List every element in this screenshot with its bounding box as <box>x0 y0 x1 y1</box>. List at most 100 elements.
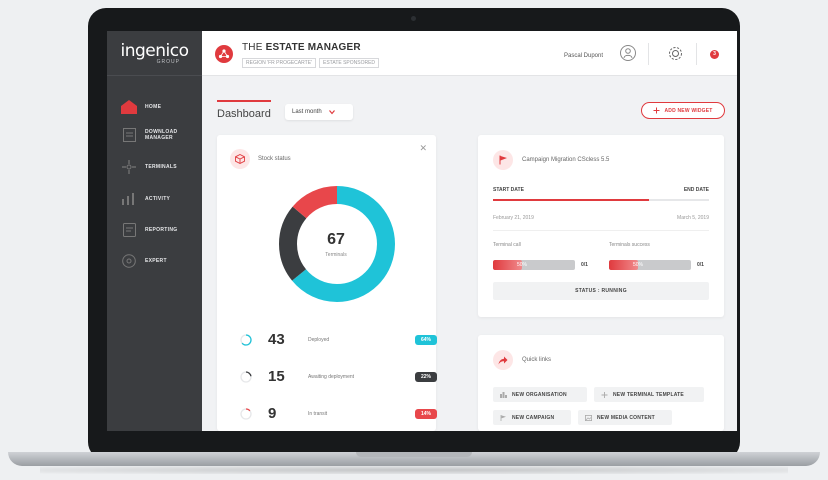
terminals-icon <box>121 159 137 175</box>
close-icon[interactable]: ✕ <box>419 143 427 154</box>
date-range-value: Last month <box>292 109 322 115</box>
app-title-prefix: THE <box>242 42 266 53</box>
new-organisation-button[interactable]: NEW ORGANISATION <box>493 387 587 402</box>
share-arrow-icon <box>493 350 513 370</box>
in-transit-ring-icon <box>240 408 252 420</box>
card-title: Stock status <box>258 156 291 162</box>
app-context-tags: REGION 'FR PROGECARTE' ESTATE SPONSORED <box>242 58 380 68</box>
date-range-select[interactable]: Last month <box>285 104 353 120</box>
quick-links-card: Quick links NEW ORGANISATION NEW TERMINA… <box>478 335 724 431</box>
start-date: February 21, 2019 <box>493 215 534 221</box>
terminal-call-bar: 50% <box>493 260 575 270</box>
stat-label: Deployed <box>308 337 330 343</box>
stat-percent-badge: 64% <box>415 335 437 345</box>
end-date-label: END DATE <box>683 187 709 193</box>
stat-percent-badge: 14% <box>415 409 437 419</box>
sidebar: ingenico GROUP HOME DOWNLOAD MANAGER TER… <box>107 31 202 431</box>
region-tag[interactable]: REGION 'FR PROGECARTE' <box>242 58 316 68</box>
stat-row-in-transit: 9 In transit 14% <box>240 405 437 425</box>
plus-icon <box>653 107 660 114</box>
divider <box>493 230 709 231</box>
campaign-status: STATUS : RUNNING <box>493 282 709 300</box>
terminal-call-fraction: 0/1 <box>581 262 588 268</box>
stat-row-deployed: 43 Deployed 64% <box>240 331 437 351</box>
sidebar-item-reporting[interactable]: REPORTING <box>121 222 201 238</box>
campaign-card: Campaign Migration CScless 5.5 START DAT… <box>478 135 724 317</box>
stat-value: 43 <box>268 331 285 348</box>
campaign-progress <box>493 199 709 201</box>
campaign-progress-fill <box>493 199 649 201</box>
sidebar-item-label: ACTIVITY <box>145 196 171 202</box>
reporting-icon <box>121 222 137 238</box>
add-new-widget-button[interactable]: ADD NEW WIDGET <box>641 102 725 119</box>
organisation-icon <box>500 391 507 398</box>
new-campaign-button[interactable]: NEW CAMPAIGN <box>493 410 571 425</box>
sidebar-item-expert[interactable]: EXPERT <box>121 253 201 269</box>
button-label: NEW MEDIA CONTENT <box>597 414 655 421</box>
app-title-bold: ESTATE MANAGER <box>265 42 361 53</box>
laptop-shadow <box>40 466 788 474</box>
app-screen: ingenico GROUP HOME DOWNLOAD MANAGER TER… <box>107 31 737 431</box>
sidebar-item-activity[interactable]: ACTIVITY <box>121 191 201 207</box>
laptop-notch <box>356 452 472 457</box>
app-title: THE ESTATE MANAGER <box>242 42 361 53</box>
sidebar-item-download-manager[interactable]: DOWNLOAD MANAGER <box>121 127 201 143</box>
media-icon <box>585 414 592 421</box>
card-title: Quick links <box>522 357 552 363</box>
dashboard-tab-indicator <box>217 100 271 102</box>
metric-label: Terminal call <box>493 242 521 248</box>
estate-tag[interactable]: ESTATE SPONSORED <box>319 58 380 68</box>
button-label: NEW TERMINAL TEMPLATE <box>613 391 684 398</box>
divider <box>648 43 649 65</box>
terminals-success-bar: 50% <box>609 260 691 270</box>
stat-label: Awaiting deployment <box>308 374 355 380</box>
brand-logo[interactable]: ingenico GROUP <box>107 31 202 76</box>
user-avatar-icon[interactable] <box>620 45 636 61</box>
download-icon <box>121 127 137 143</box>
sidebar-item-terminals[interactable]: TERMINALS <box>121 159 201 175</box>
stat-label: In transit <box>308 411 328 417</box>
new-media-content-button[interactable]: NEW MEDIA CONTENT <box>578 410 672 425</box>
campaign-title: Campaign Migration CScless 5.5 <box>522 157 610 163</box>
activity-icon <box>121 191 137 207</box>
stat-percent-badge: 22% <box>415 372 437 382</box>
notification-badge[interactable]: 3 <box>710 50 719 59</box>
new-terminal-template-button[interactable]: NEW TERMINAL TEMPLATE <box>594 387 704 402</box>
brand-name: ingenico <box>120 41 190 61</box>
user-name[interactable]: Pascal Dupont <box>564 53 603 59</box>
stat-value: 15 <box>268 368 285 385</box>
sidebar-item-home[interactable]: HOME <box>121 99 201 115</box>
sidebar-item-label: HOME <box>145 104 162 110</box>
stat-row-awaiting: 15 Awaiting deployment 22% <box>240 368 437 388</box>
plus-icon <box>601 391 608 398</box>
webcam <box>411 16 416 21</box>
page-title: Dashboard <box>217 108 271 120</box>
flag-icon <box>500 414 506 421</box>
terminals-success-percent: 50% <box>632 262 643 268</box>
metric-label: Terminals success <box>609 242 650 248</box>
button-label: NEW CAMPAIGN <box>512 414 555 421</box>
donut-total-label: Terminals <box>325 252 347 258</box>
sidebar-item-label: EXPERT <box>145 258 167 264</box>
terminals-success-fraction: 0/1 <box>697 262 704 268</box>
chevron-down-icon <box>328 110 335 115</box>
box-icon <box>230 149 250 169</box>
awaiting-ring-icon <box>240 371 252 383</box>
expert-icon <box>121 253 137 269</box>
sidebar-item-label: TERMINALS <box>145 164 177 170</box>
donut-total-value: 67 <box>327 231 345 248</box>
end-date: March 5, 2019 <box>677 215 709 221</box>
home-icon <box>121 99 137 115</box>
top-bar: THE ESTATE MANAGER REGION 'FR PROGECARTE… <box>202 31 737 76</box>
app-logo-icon <box>215 45 233 63</box>
stock-status-card: Stock status ✕ 67 Terminals 43 Deployed … <box>217 135 437 431</box>
terminal-call-percent: 50% <box>516 262 527 268</box>
laptop-base <box>8 452 820 466</box>
add-new-widget-label: ADD NEW WIDGET <box>664 107 713 114</box>
sidebar-item-label: REPORTING <box>145 227 178 233</box>
start-date-label: START DATE <box>493 187 524 193</box>
settings-gear-icon[interactable] <box>668 46 683 61</box>
flag-icon <box>493 150 513 170</box>
button-label: NEW ORGANISATION <box>512 391 567 398</box>
stat-value: 9 <box>268 405 277 422</box>
